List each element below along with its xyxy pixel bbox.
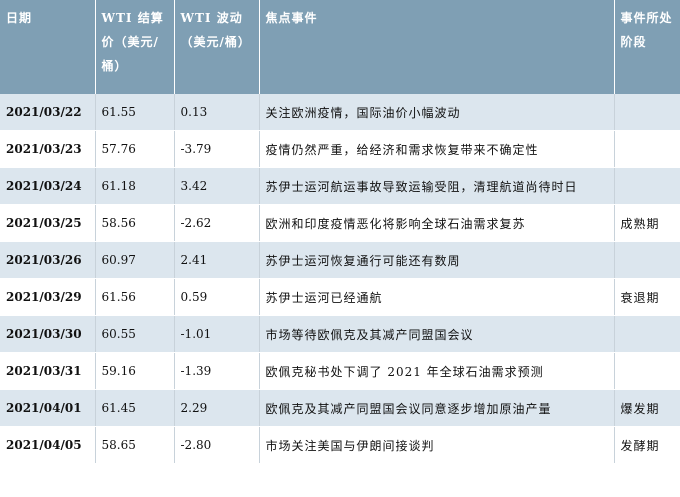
cell-change: -2.62 (174, 204, 260, 242)
cell-event: 关注欧洲疫情，国际油价小幅波动 (259, 94, 615, 131)
table-row: 2021/03/25 58.56 -2.62 欧洲和印度疫情恶化将影响全球石油需… (0, 204, 680, 242)
cell-date: 2021/03/25 (0, 204, 96, 242)
cell-price: 57.76 (95, 130, 175, 168)
cell-price: 61.56 (95, 278, 175, 316)
cell-date: 2021/03/30 (0, 315, 96, 353)
cell-change: 2.29 (174, 389, 260, 427)
cell-phase: 爆发期 (614, 389, 680, 427)
table-header-row: 日期 WTI 结算价（美元/桶） WTI 波动（美元/桶） 焦点事件 事件所处阶… (0, 0, 680, 94)
cell-date: 2021/03/29 (0, 278, 96, 316)
cell-date: 2021/03/26 (0, 241, 96, 279)
oil-event-table-container: 日期 WTI 结算价（美元/桶） WTI 波动（美元/桶） 焦点事件 事件所处阶… (0, 0, 680, 497)
table-row: 2021/04/01 61.45 2.29 欧佩克及其减产同盟国会议同意逐步增加… (0, 389, 680, 427)
cell-price: 59.16 (95, 352, 175, 390)
header-event-phase: 事件所处阶段 (614, 0, 680, 94)
cell-date: 2021/04/01 (0, 389, 96, 427)
cell-date: 2021/03/23 (0, 130, 96, 168)
cell-date: 2021/03/24 (0, 167, 96, 205)
cell-event: 苏伊士运河航运事故导致运输受阻，清理航道尚待时日 (259, 167, 615, 205)
cell-event: 市场关注美国与伊朗间接谈判 (259, 426, 615, 464)
cell-price: 58.56 (95, 204, 175, 242)
table-row: 2021/03/24 61.18 3.42 苏伊士运河航运事故导致运输受阻，清理… (0, 167, 680, 205)
header-wti-price: WTI 结算价（美元/桶） (95, 0, 175, 94)
cell-event: 欧佩克及其减产同盟国会议同意逐步增加原油产量 (259, 389, 615, 427)
cell-price: 60.55 (95, 315, 175, 353)
cell-event: 市场等待欧佩克及其减产同盟国会议 (259, 315, 615, 353)
cell-change: -1.39 (174, 352, 260, 390)
cell-change: -3.79 (174, 130, 260, 168)
table-row: 2021/04/05 58.65 -2.80 市场关注美国与伊朗间接谈判 发酵期 (0, 426, 680, 464)
cell-event: 苏伊士运河恢复通行可能还有数周 (259, 241, 615, 279)
table-row: 2021/03/31 59.16 -1.39 欧佩克秘书处下调了 2021 年全… (0, 352, 680, 390)
cell-date: 2021/03/31 (0, 352, 96, 390)
cell-change: 2.41 (174, 241, 260, 279)
table-row: 2021/03/30 60.55 -1.01 市场等待欧佩克及其减产同盟国会议 (0, 315, 680, 353)
table-row: 2021/03/23 57.76 -3.79 疫情仍然严重，给经济和需求恢复带来… (0, 130, 680, 168)
cell-phase (614, 94, 680, 131)
cell-change: 0.59 (174, 278, 260, 316)
cell-event: 欧洲和印度疫情恶化将影响全球石油需求复苏 (259, 204, 615, 242)
cell-change: -1.01 (174, 315, 260, 353)
cell-event: 欧佩克秘书处下调了 2021 年全球石油需求预测 (259, 352, 615, 390)
cell-phase (614, 130, 680, 168)
cell-phase (614, 315, 680, 353)
header-focus-event: 焦点事件 (259, 0, 615, 94)
cell-price: 60.97 (95, 241, 175, 279)
cell-phase (614, 352, 680, 390)
header-date: 日期 (0, 0, 96, 94)
table-row: 2021/03/26 60.97 2.41 苏伊士运河恢复通行可能还有数周 (0, 241, 680, 279)
cell-change: -2.80 (174, 426, 260, 464)
cell-date: 2021/03/22 (0, 94, 96, 131)
table-row: 2021/03/29 61.56 0.59 苏伊士运河已经通航 衰退期 (0, 278, 680, 316)
cell-price: 61.45 (95, 389, 175, 427)
cell-phase (614, 167, 680, 205)
header-wti-change: WTI 波动（美元/桶） (174, 0, 260, 94)
cell-price: 58.65 (95, 426, 175, 464)
cell-phase: 衰退期 (614, 278, 680, 316)
cell-event: 苏伊士运河已经通航 (259, 278, 615, 316)
oil-event-table: 日期 WTI 结算价（美元/桶） WTI 波动（美元/桶） 焦点事件 事件所处阶… (0, 0, 680, 464)
table-row: 2021/03/22 61.55 0.13 关注欧洲疫情，国际油价小幅波动 (0, 94, 680, 131)
cell-event: 疫情仍然严重，给经济和需求恢复带来不确定性 (259, 130, 615, 168)
cell-price: 61.55 (95, 94, 175, 131)
cell-change: 3.42 (174, 167, 260, 205)
cell-price: 61.18 (95, 167, 175, 205)
cell-phase: 发酵期 (614, 426, 680, 464)
cell-phase: 成熟期 (614, 204, 680, 242)
cell-date: 2021/04/05 (0, 426, 96, 464)
cell-phase (614, 241, 680, 279)
cell-change: 0.13 (174, 94, 260, 131)
